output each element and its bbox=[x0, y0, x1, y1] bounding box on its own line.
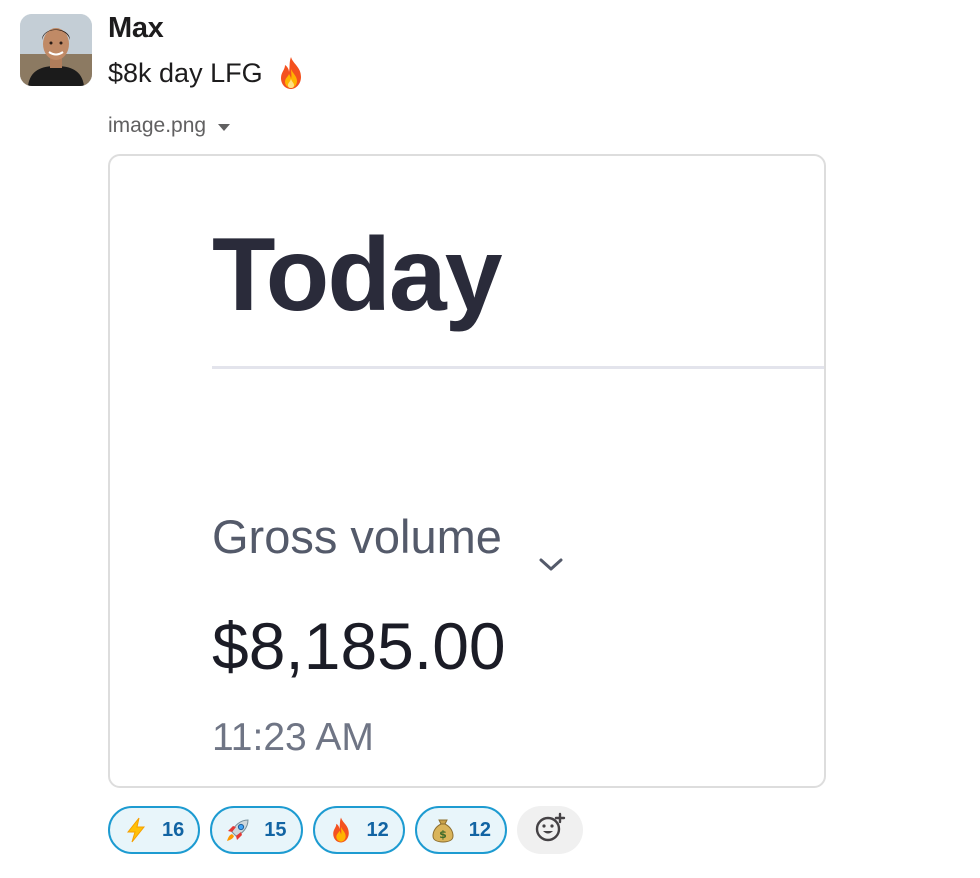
attachment-image[interactable]: Today Gross volume $8,185.00 11:23 AM bbox=[108, 154, 826, 788]
reaction-count: 12 bbox=[366, 818, 389, 841]
sender-name[interactable]: Max bbox=[108, 12, 164, 45]
reaction-rocket[interactable]: 15 bbox=[210, 806, 303, 854]
reaction-fire[interactable]: 12 bbox=[312, 806, 405, 854]
metric-label-text: Gross volume bbox=[212, 510, 502, 563]
add-reaction-button[interactable] bbox=[517, 806, 583, 854]
reaction-money-bag[interactable]: $ 12 bbox=[414, 806, 507, 854]
fire-icon bbox=[273, 55, 309, 91]
attachment-toggle[interactable]: image.png bbox=[108, 114, 231, 138]
avatar-photo bbox=[20, 14, 92, 86]
lightning-icon bbox=[122, 816, 150, 844]
metric-label: Gross volume bbox=[212, 509, 564, 570]
chevron-down-icon bbox=[538, 529, 564, 570]
metric-value: $8,185.00 bbox=[212, 609, 506, 683]
metric-time: 11:23 AM bbox=[212, 716, 374, 759]
chat-message: Max $8k day LFG image.png Today Gross vo… bbox=[0, 0, 980, 878]
svg-text:$: $ bbox=[439, 828, 447, 841]
caret-down-icon bbox=[218, 123, 231, 131]
avatar[interactable] bbox=[20, 14, 92, 86]
message-text: $8k day LFG bbox=[108, 55, 309, 91]
money-bag-icon: $ bbox=[429, 816, 457, 844]
attachment-filename: image.png bbox=[108, 114, 207, 137]
reaction-count: 16 bbox=[162, 818, 185, 841]
reaction-count: 12 bbox=[468, 818, 491, 841]
fire-icon bbox=[327, 816, 355, 844]
screenshot-divider bbox=[212, 366, 824, 369]
message-body: $8k day LFG bbox=[108, 57, 263, 88]
reaction-count: 15 bbox=[264, 818, 287, 841]
reactions-bar: 16 15 12 $ 12 bbox=[108, 806, 583, 854]
rocket-icon bbox=[224, 816, 252, 844]
screenshot-title: Today bbox=[212, 217, 503, 333]
add-reaction-icon bbox=[533, 811, 567, 850]
reaction-lightning[interactable]: 16 bbox=[108, 806, 201, 854]
